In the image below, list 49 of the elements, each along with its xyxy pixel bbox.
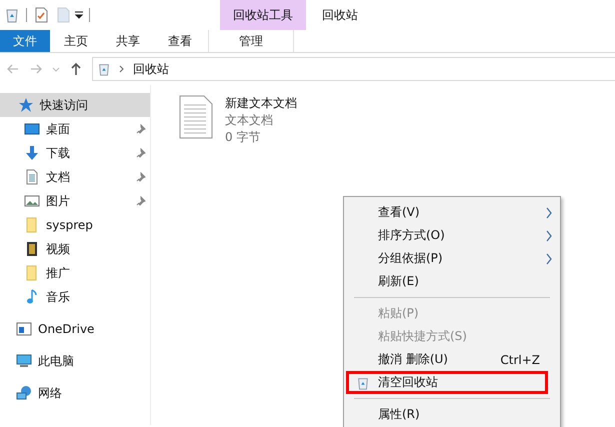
ribbon-tab[interactable]: 管理 xyxy=(208,30,294,52)
chevron-icon xyxy=(119,65,125,73)
file-type: 文本文档 xyxy=(225,112,274,129)
file-name[interactable]: 新建文本文档 xyxy=(225,95,297,112)
pin-icon[interactable] xyxy=(136,148,146,158)
sidebar-item[interactable]: 桌面 xyxy=(0,117,150,141)
sidebar-item[interactable]: sysprep xyxy=(0,213,150,237)
sidebar-item[interactable]: 此电脑 xyxy=(0,349,150,373)
menu-item[interactable]: 排序方式(O) xyxy=(344,224,560,247)
sidebar-item[interactable]: 网络 xyxy=(0,381,150,405)
address-field[interactable]: 回收站 xyxy=(92,57,615,81)
sidebar-item[interactable]: 下载 xyxy=(0,141,150,165)
pin-icon[interactable] xyxy=(136,172,146,182)
ribbon-tab[interactable]: 文件 xyxy=(0,30,50,52)
pin-icon[interactable] xyxy=(136,196,146,206)
menu-item[interactable]: 属性(R) xyxy=(344,403,560,426)
sidebar-item[interactable]: 推广 xyxy=(0,261,150,285)
context-tab-group: 回收站工具 xyxy=(220,0,306,30)
sidebar-item[interactable]: OneDrive xyxy=(0,317,150,341)
download-arrow-icon xyxy=(24,145,40,161)
star-icon xyxy=(18,97,34,113)
sidebar-item[interactable]: 图片 xyxy=(0,189,150,213)
menu-item[interactable]: 刷新(E) xyxy=(344,270,560,293)
properties-icon[interactable] xyxy=(33,7,49,23)
forward-icon[interactable] xyxy=(29,62,43,76)
recycle-bin-icon[interactable] xyxy=(4,7,20,23)
menu-item[interactable]: 撤消 删除(U) Ctrl+Z xyxy=(344,348,560,371)
text-document-icon[interactable] xyxy=(179,95,213,139)
up-icon[interactable] xyxy=(69,62,83,76)
sidebar-item[interactable]: 文档 xyxy=(0,165,150,189)
desktop-icon xyxy=(24,121,40,137)
film-icon xyxy=(24,241,40,257)
menu-item[interactable]: 清空回收站 xyxy=(346,371,548,394)
dropdown-icon[interactable] xyxy=(75,11,83,19)
menu-item[interactable]: 分组依据(P) xyxy=(344,247,560,270)
sidebar-item[interactable]: 视频 xyxy=(0,237,150,261)
network-icon xyxy=(16,385,32,401)
document-icon xyxy=(24,169,40,185)
recent-locations-icon[interactable] xyxy=(52,65,60,73)
back-icon[interactable] xyxy=(6,62,20,76)
menu-item[interactable]: 查看(V) xyxy=(344,201,560,224)
computer-icon xyxy=(16,353,32,369)
picture-icon xyxy=(24,193,40,209)
file-size: 0 字节 xyxy=(225,129,262,146)
sidebar-item[interactable]: 快速访问 xyxy=(0,93,150,117)
sidebar-item[interactable]: 音乐 xyxy=(0,285,150,309)
window-title: 回收站 xyxy=(322,6,358,24)
pin-icon[interactable] xyxy=(136,124,146,134)
recycle-bin-icon xyxy=(97,62,111,76)
